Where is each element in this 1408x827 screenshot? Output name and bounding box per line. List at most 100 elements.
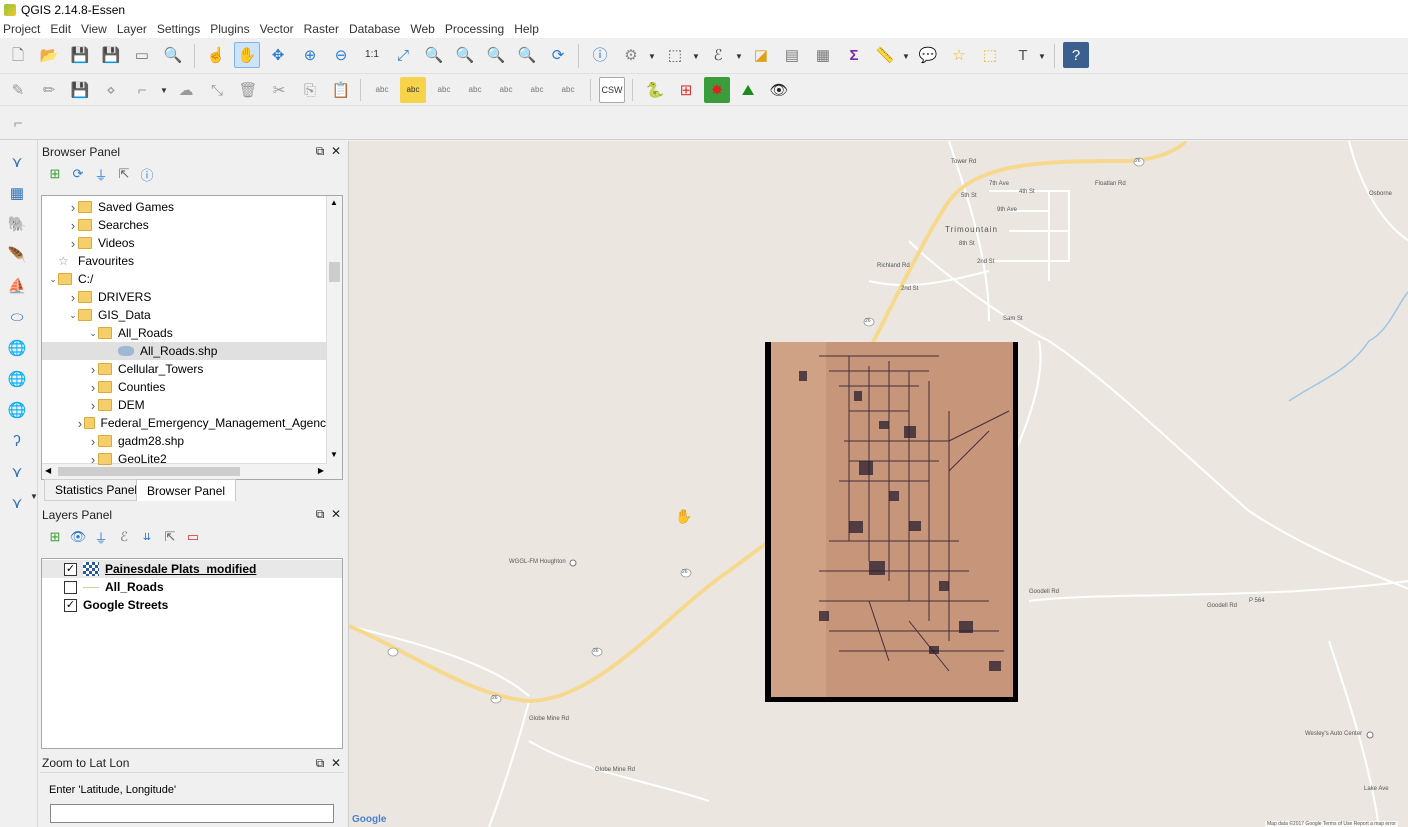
add-feature-icon[interactable]: ⋄ [98,77,124,103]
filter-icon[interactable]: ⏚ [92,528,110,546]
zoom-to-selection-icon[interactable]: 🔍 [421,42,447,68]
delete-selected-icon[interactable]: 🗑 [235,77,261,103]
chevron-down-icon[interactable]: ▼ [692,52,700,61]
select-features-icon[interactable]: ⬚ [662,42,688,68]
heatmap-icon[interactable]: ✸ [704,77,730,103]
map-tips-icon[interactable]: 💬 [915,42,941,68]
scroll-thumb[interactable] [329,262,340,282]
chevron-down-icon[interactable]: ⌄ [88,328,98,339]
chevron-down-icon[interactable]: ⌄ [48,274,58,285]
layer-visibility-checkbox[interactable]: ✓ [64,598,77,612]
pan-to-selection-icon[interactable]: ✥ [265,42,291,68]
browser-item[interactable]: › DRIVERS [42,288,326,306]
toggle-editing-icon[interactable]: ✏ [36,77,62,103]
zoom-to-layer-icon[interactable]: 🔍 [452,42,478,68]
new-bookmark-icon[interactable]: ☆ [946,42,972,68]
add-delimited-text-icon[interactable]: ʔ [4,428,30,454]
browser-item[interactable]: › DEM [42,396,326,414]
add-wms-layer-icon[interactable]: 🌐 [4,335,30,361]
add-postgis-layer-icon[interactable]: 🐘 [4,211,30,237]
zoom-in-icon[interactable]: ⊕ [297,42,323,68]
change-label-icon[interactable]: abc [555,77,581,103]
eye-icon[interactable]: 👁 [766,77,792,103]
collapse-all-icon[interactable]: ⇱ [115,165,133,183]
text-annotation-icon[interactable]: T [1010,42,1036,68]
menu-processing[interactable]: Processing [442,22,511,36]
identify-icon[interactable]: ⓘ [587,42,613,68]
new-shapefile-layer-icon[interactable]: ⋎ [4,490,30,516]
add-selected-layers-icon[interactable]: ⊞ [46,165,64,183]
chevron-right-icon[interactable]: › [68,218,78,233]
add-mssql-layer-icon[interactable]: ⛵ [4,273,30,299]
menu-edit[interactable]: Edit [47,22,78,36]
open-project-icon[interactable]: 📂 [36,42,62,68]
browser-item[interactable]: ☆ Favourites [42,252,326,270]
layer-visibility-checkbox[interactable]: ✓ [64,562,77,576]
chevron-down-icon[interactable]: ▼ [902,52,910,61]
copy-features-icon[interactable]: ⎘ [297,77,323,103]
browser-item[interactable]: › Searches [42,216,326,234]
georeferencer-icon[interactable]: ⊞ [673,77,699,103]
zoom-last-icon[interactable]: 🔍 [483,42,509,68]
scroll-up-icon[interactable]: ▲ [330,198,338,207]
menu-database[interactable]: Database [346,22,407,36]
chevron-down-icon[interactable]: ▼ [735,52,743,61]
rotate-label-icon[interactable]: abc [524,77,550,103]
deselect-all-icon[interactable]: ◪ [748,42,774,68]
remove-layer-icon[interactable]: ▭ [184,528,202,546]
tab-browser-panel[interactable]: Browser Panel [136,479,237,501]
chevron-right-icon[interactable]: › [68,236,78,251]
chevron-right-icon[interactable]: › [88,398,98,413]
close-icon[interactable]: ✕ [330,756,342,771]
browser-item[interactable]: ⌄ GIS_Data [42,306,326,324]
layer-visibility-checkbox[interactable] [64,580,77,594]
float-icon[interactable]: ⧉ [314,144,326,159]
layer-row[interactable]: All_Roads [42,578,342,596]
zoom-out-icon[interactable]: ⊖ [328,42,354,68]
eye-icon[interactable]: 👁 [69,528,87,546]
add-spatialite-layer-icon[interactable]: 🪶 [4,242,30,268]
properties-info-icon[interactable]: ⓘ [138,165,156,183]
zoom-full-icon[interactable]: ⤢ [390,42,416,68]
touch-zoom-icon[interactable]: ☝ [203,42,229,68]
menu-raster[interactable]: Raster [301,22,346,36]
filter-icon[interactable]: ⏚ [92,165,110,183]
cut-features-icon[interactable]: ✂ [266,77,292,103]
refresh-icon[interactable]: ⟳ [69,165,87,183]
collapse-all-icon[interactable]: ⇱ [161,528,179,546]
add-wcs-layer-icon[interactable]: 🌐 [4,366,30,392]
menu-help[interactable]: Help [511,22,546,36]
chevron-down-icon[interactable]: ▼ [1038,52,1046,61]
new-project-icon[interactable]: 🗋 [5,42,31,68]
vertical-scrollbar[interactable]: ▲ ▼ [326,196,342,479]
scroll-down-icon[interactable]: ▼ [330,450,338,459]
label-pin-icon[interactable]: abc [400,77,426,103]
current-edits-icon[interactable]: ✎ [5,77,31,103]
zoom-next-icon[interactable]: 🔍 [514,42,540,68]
node-tool-icon[interactable]: ⌐ [129,77,155,103]
node-tool-icon[interactable]: ⤡ [204,77,230,103]
pan-map-icon[interactable]: ✋ [234,42,260,68]
browser-item[interactable]: All_Roads.shp [42,342,326,360]
layer-labeling-icon[interactable]: abc [369,77,395,103]
menu-layer[interactable]: Layer [114,22,154,36]
attribute-table-icon[interactable]: ▤ [779,42,805,68]
highlight-pinned-labels-icon[interactable]: abc [431,77,457,103]
browser-item[interactable]: › Saved Games [42,198,326,216]
menu-project[interactable]: Project [0,22,47,36]
browser-item[interactable]: ⌄ All_Roads [42,324,326,342]
add-raster-layer-icon[interactable]: ▦ [4,180,30,206]
move-label-icon[interactable]: abc [493,77,519,103]
select-by-expression-icon[interactable]: ℰ [705,42,731,68]
scroll-thumb[interactable] [58,467,240,476]
help-icon[interactable]: ? [1063,42,1089,68]
chevron-down-icon[interactable]: ▼ [160,86,168,95]
chevron-right-icon[interactable]: › [88,452,98,467]
save-as-icon[interactable]: 💾 [98,42,124,68]
map-attribution[interactable]: Map data ©2017 Google Terms of Use Repor… [1265,821,1398,827]
chevron-down-icon[interactable]: ▼ [30,492,38,501]
zoom-native-icon[interactable]: 1:1 [359,42,385,68]
paste-features-icon[interactable]: 📋 [328,77,354,103]
expand-all-icon[interactable]: ⇊ [138,528,156,546]
save-project-icon[interactable]: 💾 [67,42,93,68]
